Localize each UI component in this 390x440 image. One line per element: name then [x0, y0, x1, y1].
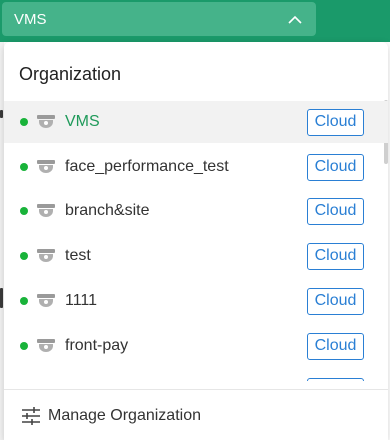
camera-icon — [37, 249, 55, 263]
org-item[interactable]: front-pay Cloud — [4, 325, 388, 367]
org-selector-label: VMS — [14, 10, 47, 28]
camera-icon — [37, 204, 55, 218]
cloud-badge — [307, 377, 364, 381]
org-name: face_performance_test — [65, 158, 229, 175]
online-status-dot — [20, 163, 28, 171]
page: VMS Organization VMS Cloud face_performa… — [0, 0, 390, 440]
camera-icon — [37, 115, 55, 129]
sliders-icon — [21, 406, 41, 425]
org-item[interactable]: VMS Cloud — [4, 101, 388, 143]
top-bar: VMS — [0, 0, 390, 42]
camera-icon — [37, 294, 55, 308]
org-item[interactable]: 1111 Cloud — [4, 280, 388, 322]
org-name: VMS — [65, 113, 100, 130]
org-name: front-pay — [65, 337, 129, 354]
org-dropdown: Organization VMS Cloud face_performance_… — [4, 42, 388, 440]
manage-organization-label: Manage Organization — [48, 406, 201, 424]
online-status-dot — [20, 252, 28, 260]
org-selector[interactable]: VMS — [2, 2, 316, 36]
online-status-dot — [20, 207, 28, 215]
backdrop-mark — [0, 288, 3, 308]
org-name: branch&site — [65, 202, 150, 219]
online-status-dot — [20, 297, 28, 305]
cloud-badge: Cloud — [307, 153, 364, 181]
org-item[interactable] — [4, 370, 388, 381]
manage-organization-button[interactable]: Manage Organization — [4, 389, 388, 440]
camera-icon — [37, 160, 55, 174]
cloud-badge: Cloud — [307, 197, 364, 225]
online-status-dot — [20, 342, 28, 350]
backdrop-mark — [0, 110, 3, 118]
org-name: 1111 — [65, 292, 98, 309]
org-item[interactable]: branch&site Cloud — [4, 190, 388, 232]
cloud-badge: Cloud — [307, 332, 364, 360]
dropdown-title: Organization — [19, 64, 122, 84]
org-item[interactable]: face_performance_test Cloud — [4, 146, 388, 188]
cloud-badge: Cloud — [307, 287, 364, 315]
online-status-dot — [20, 118, 28, 126]
chevron-up-icon — [286, 10, 304, 28]
org-list: VMS Cloud face_performance_test Cloud br… — [4, 99, 388, 381]
cloud-badge: Cloud — [307, 242, 364, 270]
org-name: test — [65, 247, 91, 264]
cloud-badge: Cloud — [307, 108, 364, 136]
camera-icon — [37, 339, 55, 353]
org-item[interactable]: test Cloud — [4, 235, 388, 277]
